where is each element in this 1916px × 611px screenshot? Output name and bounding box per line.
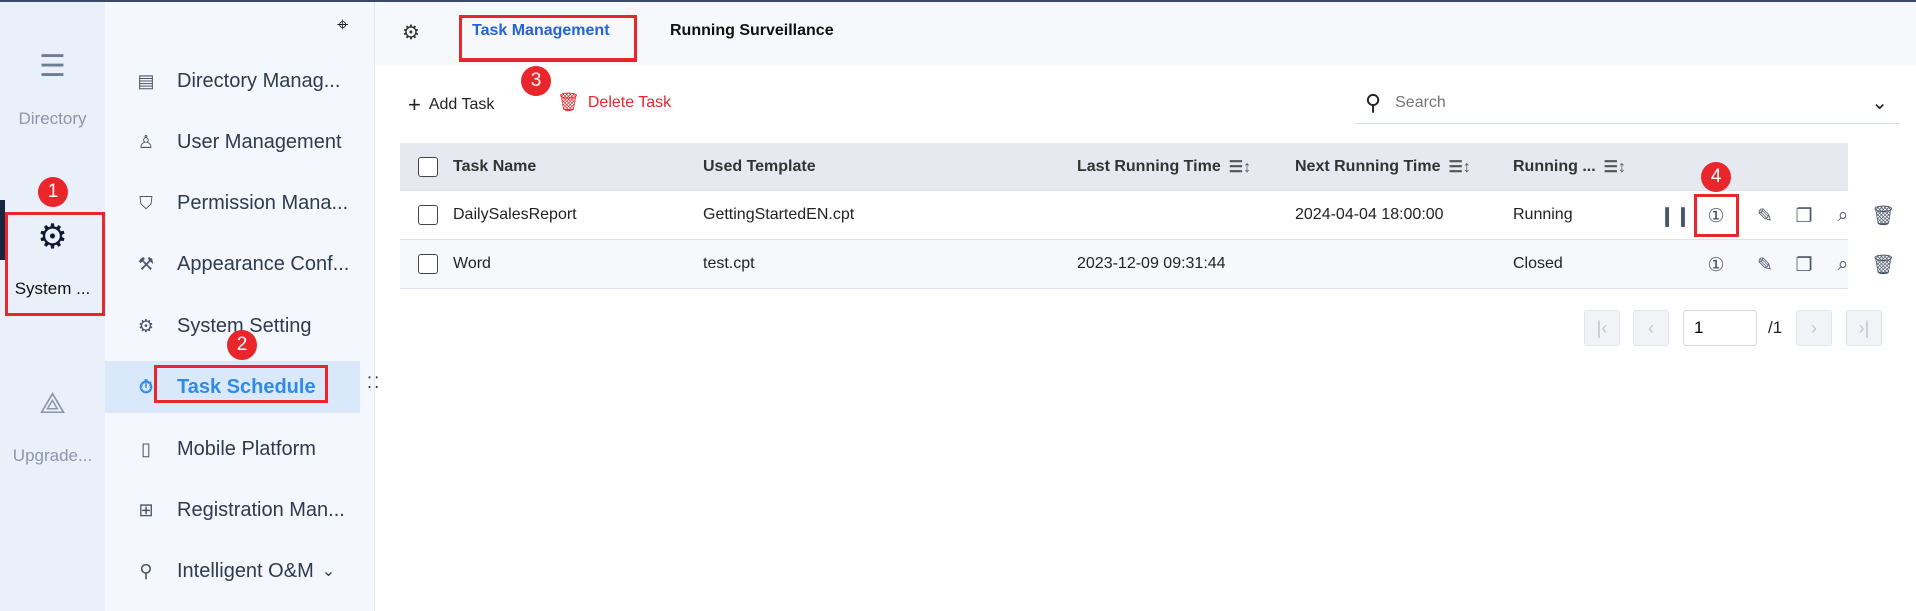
table-row[interactable]: Word test.cpt 2023-12-09 09:31:44 Closed… (400, 240, 1895, 289)
header-label: Last Running Time (1077, 157, 1221, 175)
menu-label: User Management (177, 130, 342, 153)
delete-task-label: Delete Task (587, 93, 672, 111)
chevron-down-icon[interactable]: ⌄ (1871, 90, 1888, 115)
last-running-time: 2023-12-09 09:31:44 (1077, 255, 1226, 272)
delete-task-button[interactable]: 🗑︎ Delete Task (557, 92, 671, 113)
menu-label: Registration Man... (177, 498, 345, 521)
header-last-running-time[interactable]: Last Running Time ☰↕ (1077, 143, 1251, 190)
rail-item-directory[interactable]: ☰ Directory (0, 47, 105, 129)
rail-item-upgrade[interactable]: ⟁ Upgrade... (0, 384, 105, 466)
highlight-box (459, 15, 637, 61)
sort-icon[interactable]: ☰↕ (1604, 157, 1626, 177)
step-badge: 1 (38, 177, 68, 207)
tab-running-surveillance[interactable]: Running Surveillance (670, 22, 834, 40)
rail-label: Directory (18, 109, 87, 128)
resize-handle[interactable]: ⁚⁚ (367, 376, 381, 392)
edit-icon[interactable]: ✎ (1752, 203, 1778, 229)
page-input[interactable] (1683, 310, 1757, 346)
ops-icon: ⚲ (139, 560, 153, 581)
menu-item-user[interactable]: ♙ User Management (105, 116, 360, 168)
user-list-icon: ♙ (137, 131, 155, 152)
first-page-button[interactable]: |‹ (1584, 310, 1620, 346)
plus-icon: + (408, 92, 421, 117)
delete-icon[interactable]: 🗑︎ (1870, 203, 1896, 229)
registration-icon: ⊞ (138, 499, 154, 520)
run-once-icon[interactable]: ① (1703, 252, 1729, 278)
task-name: Word (453, 255, 491, 272)
list-box-icon: ▤ (137, 70, 155, 91)
header-label: Next Running Time (1295, 157, 1441, 175)
search-icon: ⚲ (1365, 89, 1382, 115)
shield-key-icon: ⛉ (139, 192, 153, 213)
delete-icon[interactable]: 🗑︎ (1870, 252, 1896, 278)
add-task-button[interactable]: + Add Task (408, 92, 494, 118)
highlight-box (5, 212, 105, 316)
menu-label: Permission Mana... (177, 191, 349, 214)
next-running-time: 2024-04-04 18:00:00 (1295, 206, 1444, 223)
view-log-icon[interactable]: ⌕ (1830, 203, 1856, 229)
menu-item-mobile[interactable]: ▯ Mobile Platform (105, 423, 360, 475)
header-task-name: Task Name (453, 157, 537, 175)
next-page-button[interactable]: › (1796, 310, 1832, 346)
phone-icon: ▯ (141, 438, 151, 459)
sort-icon[interactable]: ☰↕ (1229, 157, 1251, 177)
menu-label: Intelligent O&M (177, 559, 314, 582)
add-task-label: Add Task (428, 96, 495, 113)
menu-item-permission[interactable]: ⛉ Permission Mana... (105, 177, 360, 229)
select-all-checkbox[interactable] (418, 156, 438, 177)
step-badge: 2 (227, 330, 257, 360)
header-label: Running ... (1513, 157, 1596, 175)
header-used-template: Used Template (703, 157, 816, 175)
row-checkbox[interactable] (418, 254, 438, 274)
step-badge: 3 (521, 66, 551, 96)
step-badge: 4 (1701, 162, 1731, 192)
used-template: test.cpt (703, 255, 755, 272)
settings-icon[interactable]: ⚙ (402, 20, 420, 45)
used-template: GettingStartedEN.cpt (703, 206, 855, 223)
highlight-box (154, 365, 328, 403)
highlight-box (1694, 194, 1739, 237)
menu-item-registration[interactable]: ⊞ Registration Man... (105, 484, 360, 536)
menu-label: Appearance Conf... (177, 252, 350, 275)
gear-icon: ⚙ (137, 315, 155, 336)
side-menu: ⌖ ▤ Directory Manag... ♙ User Management ⛉… (105, 2, 379, 611)
edit-icon[interactable]: ✎ (1752, 252, 1778, 278)
trash-icon: 🗑︎ (557, 92, 580, 112)
menu-item-directory[interactable]: ▤ Directory Manag... (105, 55, 360, 107)
menu-item-intelligent-om[interactable]: ⚲ Intelligent O&M ⌄ (105, 545, 360, 597)
prev-page-button[interactable]: ‹ (1633, 310, 1669, 346)
rail-label: Upgrade... (12, 446, 93, 465)
copy-icon[interactable]: ❐ (1791, 252, 1817, 278)
search-input[interactable] (1395, 93, 1872, 112)
row-checkbox[interactable] (418, 205, 438, 225)
chevron-down-icon: ⌄ (321, 563, 336, 580)
pin-icon[interactable]: ⌖ (337, 14, 348, 37)
sort-icon[interactable]: ☰↕ (1449, 157, 1471, 177)
last-page-button[interactable]: ›| (1846, 310, 1882, 346)
paint-roller-icon: ⚒ (137, 253, 155, 274)
task-table: Task Name Used Template Last Running Tim… (400, 143, 1895, 289)
menu-label: Directory Manag... (177, 69, 341, 92)
table-row[interactable]: DailySalesReport GettingStartedEN.cpt 20… (400, 191, 1895, 240)
copy-icon[interactable]: ❐ (1791, 203, 1817, 229)
list-icon: ☰ (39, 50, 66, 83)
running-status: Running (1513, 206, 1573, 223)
menu-item-appearance[interactable]: ⚒ Appearance Conf... (105, 238, 360, 290)
search-box[interactable]: ⚲ ⌄ (1355, 82, 1900, 124)
header-running-status[interactable]: Running ... ☰↕ (1513, 143, 1626, 190)
menu-label: Mobile Platform (177, 437, 316, 460)
page-total: /1 (1768, 318, 1783, 337)
task-name: DailySalesReport (453, 206, 577, 223)
view-log-icon[interactable]: ⌕ (1830, 252, 1856, 278)
pause-icon[interactable]: ❙❙ (1659, 203, 1691, 229)
header-next-running-time[interactable]: Next Running Time ☰↕ (1295, 143, 1471, 190)
table-header: Task Name Used Template Last Running Tim… (400, 143, 1848, 191)
share-icon: ⟁ (39, 387, 66, 420)
running-status: Closed (1513, 255, 1563, 272)
